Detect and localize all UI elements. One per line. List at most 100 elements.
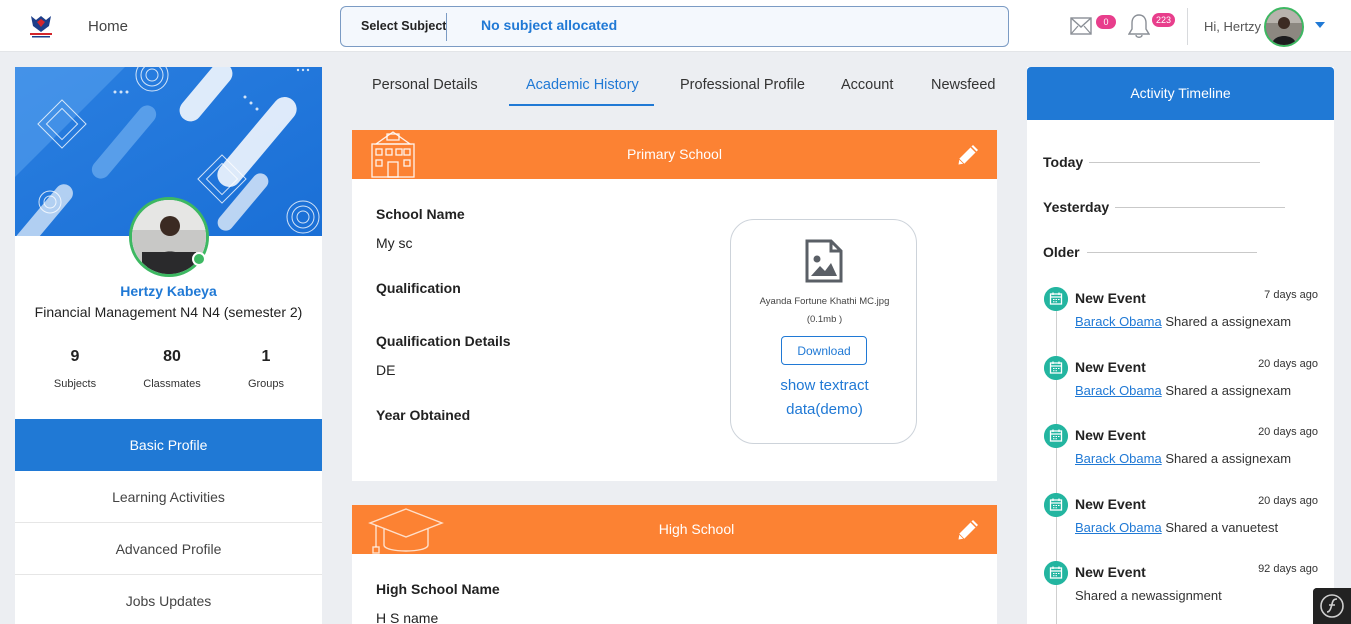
event-text: Shared a assignexam xyxy=(1161,451,1292,466)
college-logo-icon[interactable] xyxy=(28,14,54,38)
stat-subjects: 9 Subjects xyxy=(30,348,120,390)
online-status-indicator xyxy=(192,252,206,266)
bell-icon[interactable] xyxy=(1128,13,1150,39)
subject-selector-label: Select Subject xyxy=(361,19,447,33)
event-description: Shared a newassignment xyxy=(1075,588,1222,603)
tab-personal-details[interactable]: Personal Details xyxy=(372,77,478,93)
edit-pencil-icon[interactable] xyxy=(955,142,981,168)
mail-icon[interactable] xyxy=(1070,17,1092,35)
profile-course: Financial Management N4 N4 (semester 2) xyxy=(34,304,303,320)
primary-school-title: Primary School xyxy=(627,146,722,162)
image-file-icon xyxy=(805,239,843,283)
profile-card: Hertzy Kabeya Financial Management N4 N4… xyxy=(15,67,322,624)
event-actor-link[interactable]: Barack Obama xyxy=(1075,314,1162,329)
event-description: Barack Obama Shared a assignexam xyxy=(1075,314,1291,329)
activity-timeline-panel: Activity Timeline Today Yesterday Older … xyxy=(1027,67,1334,624)
activity-timeline-header: Activity Timeline xyxy=(1027,67,1334,120)
event-description: Barack Obama Shared a assignexam xyxy=(1075,451,1291,466)
mail-count-badge: 0 xyxy=(1096,15,1116,29)
download-button[interactable]: Download xyxy=(781,336,867,365)
subject-selector[interactable]: Select Subject No subject allocated xyxy=(340,6,1009,47)
event-description: Barack Obama Shared a vanuetest xyxy=(1075,520,1278,535)
timeline-divider xyxy=(1115,207,1285,208)
qualification-details-value: DE xyxy=(376,362,396,378)
subject-divider xyxy=(446,13,447,41)
high-school-name-label: High School Name xyxy=(376,581,500,597)
school-name-label: School Name xyxy=(376,206,465,222)
home-link[interactable]: Home xyxy=(88,18,128,35)
calendar-icon xyxy=(1044,561,1068,585)
menu-item-jobs-updates[interactable]: Jobs Updates xyxy=(15,575,322,624)
high-school-card: High School High School Name H S name xyxy=(352,505,997,624)
high-school-name-value: H S name xyxy=(376,610,439,624)
event-title: New Event xyxy=(1075,290,1146,306)
primary-school-card: Primary School School Name My sc Qualifi… xyxy=(352,130,997,481)
school-name-value: My sc xyxy=(376,235,413,251)
calendar-icon xyxy=(1044,493,1068,517)
stat-value: 9 xyxy=(70,348,80,365)
tab-academic-history[interactable]: Academic History xyxy=(526,77,639,93)
event-text: Shared a assignexam xyxy=(1161,383,1292,398)
certificate-file-card: Ayanda Fortune Khathi MC.jpg (0.1mb ) Do… xyxy=(730,219,917,444)
timeline-divider xyxy=(1087,252,1257,253)
user-greeting[interactable]: Hi, Hertzy xyxy=(1204,19,1261,34)
calendar-icon xyxy=(1044,424,1068,448)
qualification-label: Qualification xyxy=(376,280,461,296)
tab-newsfeed[interactable]: Newsfeed xyxy=(931,77,995,93)
stat-groups: 1 Groups xyxy=(221,348,311,390)
stat-value: 1 xyxy=(261,348,271,365)
timeline-divider xyxy=(1089,162,1260,163)
file-name: Ayanda Fortune Khathi MC.jpg xyxy=(759,296,890,307)
menu-item-learning-activities[interactable]: Learning Activities xyxy=(15,471,322,523)
stat-label: Groups xyxy=(247,378,285,390)
high-school-title: High School xyxy=(658,521,735,537)
user-menu-chevron-down-icon[interactable] xyxy=(1315,22,1325,28)
menu-item-advanced-profile[interactable]: Advanced Profile xyxy=(15,523,322,575)
timeline-section-yesterday: Yesterday xyxy=(1043,199,1110,215)
user-avatar[interactable] xyxy=(1264,7,1304,47)
stat-label: Classmates xyxy=(143,378,201,390)
symfony-toolbar-icon[interactable] xyxy=(1313,588,1351,624)
user-photo-icon xyxy=(1266,9,1302,45)
active-tab-indicator xyxy=(509,104,654,106)
event-time: 20 days ago xyxy=(1258,426,1318,438)
menu-item-basic-profile[interactable]: Basic Profile xyxy=(15,419,322,471)
event-actor-link[interactable]: Barack Obama xyxy=(1075,451,1162,466)
event-actor-link[interactable]: Barack Obama xyxy=(1075,383,1162,398)
event-text: Shared a assignexam xyxy=(1161,314,1292,329)
stat-classmates: 80 Classmates xyxy=(127,348,217,390)
year-obtained-label: Year Obtained xyxy=(376,407,471,423)
tab-professional-profile[interactable]: Professional Profile xyxy=(680,77,805,93)
event-text: Shared a newassignment xyxy=(1075,588,1222,603)
event-actor-link[interactable]: Barack Obama xyxy=(1075,520,1162,535)
event-text: Shared a vanuetest xyxy=(1161,520,1279,535)
qualification-details-label: Qualification Details xyxy=(376,333,511,349)
timeline-section-today: Today xyxy=(1043,154,1084,170)
event-time: 20 days ago xyxy=(1258,495,1318,507)
high-school-header: High School xyxy=(352,505,997,554)
activity-timeline-title: Activity Timeline xyxy=(1130,85,1231,101)
top-navbar: Home Select Subject No subject allocated… xyxy=(0,0,1351,52)
show-textract-link[interactable]: show textract data(demo) xyxy=(751,374,898,422)
timeline-section-older: Older xyxy=(1043,244,1080,260)
event-title: New Event xyxy=(1075,564,1146,580)
stat-value: 80 xyxy=(163,348,181,365)
event-description: Barack Obama Shared a assignexam xyxy=(1075,383,1291,398)
event-title: New Event xyxy=(1075,359,1146,375)
event-time: 92 days ago xyxy=(1258,563,1318,575)
navbar-divider xyxy=(1187,8,1188,45)
event-time: 7 days ago xyxy=(1264,289,1318,301)
profile-name[interactable]: Hertzy Kabeya xyxy=(15,283,322,299)
event-title: New Event xyxy=(1075,427,1146,443)
tab-account[interactable]: Account xyxy=(841,77,893,93)
subject-selector-value[interactable]: No subject allocated xyxy=(481,17,617,33)
file-size: (0.1mb ) xyxy=(806,314,843,325)
edit-pencil-icon[interactable] xyxy=(955,517,981,543)
calendar-icon xyxy=(1044,287,1068,311)
primary-school-header: Primary School xyxy=(352,130,997,179)
event-time: 20 days ago xyxy=(1258,358,1318,370)
stat-label: Subjects xyxy=(53,378,97,390)
calendar-icon xyxy=(1044,356,1068,380)
event-title: New Event xyxy=(1075,496,1146,512)
notification-count-badge: 223 xyxy=(1152,13,1176,27)
